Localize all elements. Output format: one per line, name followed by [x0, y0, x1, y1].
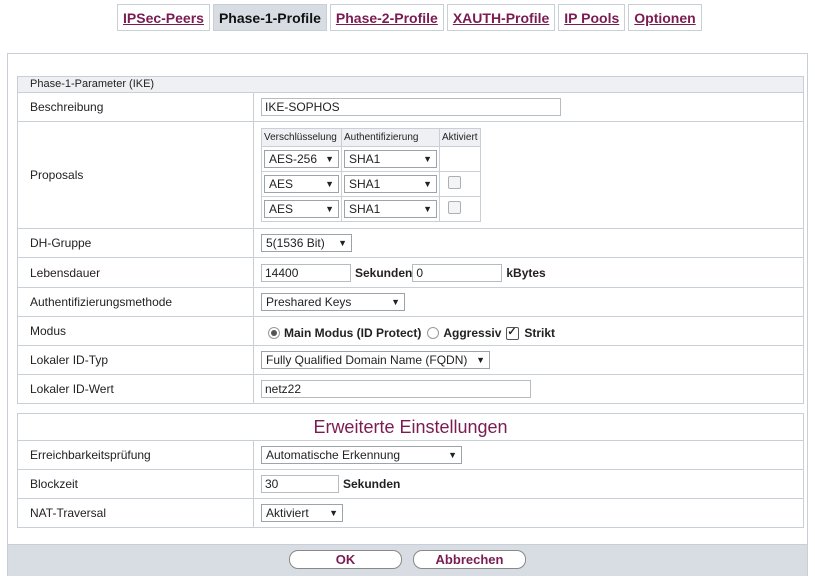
authentication-select[interactable]: SHA1 ▼	[344, 150, 437, 168]
encryption-value: AES	[269, 202, 294, 216]
local-id-value-input[interactable]	[261, 380, 531, 398]
button-bar: OK Abbrechen	[8, 544, 807, 576]
row-dh-gruppe: DH-Gruppe 5(1536 Bit) ▼	[18, 229, 803, 258]
nat-traversal-label: NAT-Traversal	[18, 499, 254, 527]
proposals-header-authentication: Authentifizierung	[341, 128, 440, 147]
chevron-down-icon: ▼	[325, 204, 334, 214]
main-mode-radio[interactable]	[268, 327, 280, 339]
blocktime-label: Blockzeit	[18, 470, 254, 498]
main-mode-label: Main Modus (ID Protect)	[284, 326, 422, 340]
tab-phase-1-profile[interactable]: Phase-1-Profile	[212, 4, 327, 31]
local-id-type-select[interactable]: Fully Qualified Domain Name (FQDN) ▼	[261, 351, 490, 369]
chevron-down-icon: ▼	[338, 238, 347, 248]
beschreibung-input[interactable]	[261, 98, 561, 116]
row-lokaler-id-typ: Lokaler ID-Typ Fully Qualified Domain Na…	[18, 346, 803, 375]
blocktime-input[interactable]	[261, 475, 339, 493]
encryption-value: AES-256	[269, 152, 318, 166]
local-id-type-value: Fully Qualified Domain Name (FQDN)	[266, 353, 468, 367]
lifetime-kbytes-input[interactable]	[412, 263, 503, 282]
proposals-header-activated: Aktiviert	[439, 128, 481, 147]
chevron-down-icon: ▼	[448, 450, 457, 460]
dh-gruppe-label: DH-Gruppe	[18, 229, 254, 257]
authentication-value: SHA1	[349, 177, 381, 191]
aggressive-mode-label: Aggressiv	[443, 326, 502, 340]
row-proposals: Proposals Verschlüsselung Authentifizier…	[18, 122, 803, 229]
advanced-settings-section: Erweiterte Einstellungen Erreichbarkeits…	[17, 413, 804, 528]
lifetime-seconds-input[interactable]	[261, 263, 351, 282]
strict-label: Strikt	[524, 326, 556, 340]
authentication-value: SHA1	[349, 202, 381, 216]
chevron-down-icon: ▼	[325, 179, 334, 189]
authentication-value: SHA1	[349, 152, 381, 166]
dh-gruppe-select[interactable]: 5(1536 Bit) ▼	[261, 234, 352, 252]
kbytes-unit-label: kBytes	[506, 265, 546, 280]
local-id-value-label: Lokaler ID-Wert	[18, 375, 254, 403]
advanced-settings-title: Erweiterte Einstellungen	[18, 414, 803, 441]
tab-xauth-profile[interactable]: XAUTH-Profile	[446, 4, 556, 31]
lebensdauer-label: Lebensdauer	[18, 258, 254, 287]
authentication-select[interactable]: SHA1 ▼	[344, 175, 437, 193]
authentication-select[interactable]: SHA1 ▼	[344, 200, 437, 218]
chevron-down-icon: ▼	[329, 508, 338, 518]
authmethod-select[interactable]: Preshared Keys ▼	[261, 293, 405, 311]
authmethod-label: Authentifizierungsmethode	[18, 288, 254, 316]
tab-phase-2-profile[interactable]: Phase-2-Profile	[329, 4, 444, 31]
encryption-select[interactable]: AES ▼	[264, 175, 339, 193]
tab-ipsec-peers[interactable]: IPSec-Peers	[117, 4, 210, 31]
beschreibung-label: Beschreibung	[18, 93, 254, 121]
modus-label: Modus	[18, 317, 254, 345]
proposal-row: AES-256 ▼ SHA1 ▼	[261, 146, 481, 172]
row-lebensdauer: Lebensdauer Sekunden kBytes	[18, 258, 803, 288]
row-lokaler-id-wert: Lokaler ID-Wert	[18, 375, 803, 403]
reachability-select[interactable]: Automatische Erkennung ▼	[261, 446, 462, 464]
tab-ip-pools[interactable]: IP Pools	[558, 4, 626, 31]
chevron-down-icon: ▼	[391, 297, 400, 307]
section-header: Phase-1-Parameter (IKE)	[18, 77, 803, 93]
row-authentifizierungsmethode: Authentifizierungsmethode Preshared Keys…	[18, 288, 803, 317]
proposals-label: Proposals	[18, 122, 254, 228]
activated-checkbox[interactable]	[448, 176, 461, 189]
encryption-select[interactable]: AES-256 ▼	[264, 150, 339, 168]
tab-bar: IPSec-Peers Phase-1-Profile Phase-2-Prof…	[117, 4, 705, 31]
reachability-label: Erreichbarkeitsprüfung	[18, 441, 254, 469]
encryption-value: AES	[269, 177, 294, 191]
ok-button[interactable]: OK	[289, 550, 402, 569]
row-blockzeit: Blockzeit Sekunden	[18, 470, 803, 499]
cancel-button[interactable]: Abbrechen	[413, 550, 526, 569]
seconds-unit-label: Sekunden	[355, 265, 413, 280]
aggressive-mode-radio[interactable]	[427, 327, 440, 339]
row-nat-traversal: NAT-Traversal Aktiviert ▼	[18, 499, 803, 527]
proposals-table: Verschlüsselung Authentifizierung Aktivi…	[261, 128, 481, 222]
blocktime-unit-label: Sekunden	[343, 477, 401, 491]
chevron-down-icon: ▼	[423, 204, 432, 214]
reachability-value: Automatische Erkennung	[266, 448, 401, 462]
chevron-down-icon: ▼	[423, 154, 432, 164]
proposal-row: AES ▼ SHA1 ▼	[261, 171, 481, 197]
chevron-down-icon: ▼	[423, 179, 432, 189]
strict-checkbox[interactable]	[506, 325, 520, 340]
dh-gruppe-value: 5(1536 Bit)	[266, 236, 325, 250]
row-modus: Modus Main Modus (ID Protect) Aggressiv …	[18, 317, 803, 346]
authmethod-value: Preshared Keys	[266, 295, 352, 309]
encryption-select[interactable]: AES ▼	[264, 200, 339, 218]
chevron-down-icon: ▼	[476, 355, 485, 365]
local-id-type-label: Lokaler ID-Typ	[18, 346, 254, 374]
chevron-down-icon: ▼	[325, 154, 334, 164]
nat-traversal-select[interactable]: Aktiviert ▼	[261, 504, 343, 522]
phase1-parameters-section: Phase-1-Parameter (IKE) Beschreibung Pro…	[17, 76, 804, 404]
settings-panel: Phase-1-Parameter (IKE) Beschreibung Pro…	[7, 53, 808, 576]
row-erreichbarkeitspruefung: Erreichbarkeitsprüfung Automatische Erke…	[18, 441, 803, 470]
nat-traversal-value: Aktiviert	[266, 506, 309, 520]
proposal-row: AES ▼ SHA1 ▼	[261, 196, 481, 222]
activated-checkbox[interactable]	[448, 201, 461, 214]
tab-optionen[interactable]: Optionen	[628, 4, 702, 31]
proposals-header-encryption: Verschlüsselung	[261, 128, 342, 147]
row-beschreibung: Beschreibung	[18, 93, 803, 122]
